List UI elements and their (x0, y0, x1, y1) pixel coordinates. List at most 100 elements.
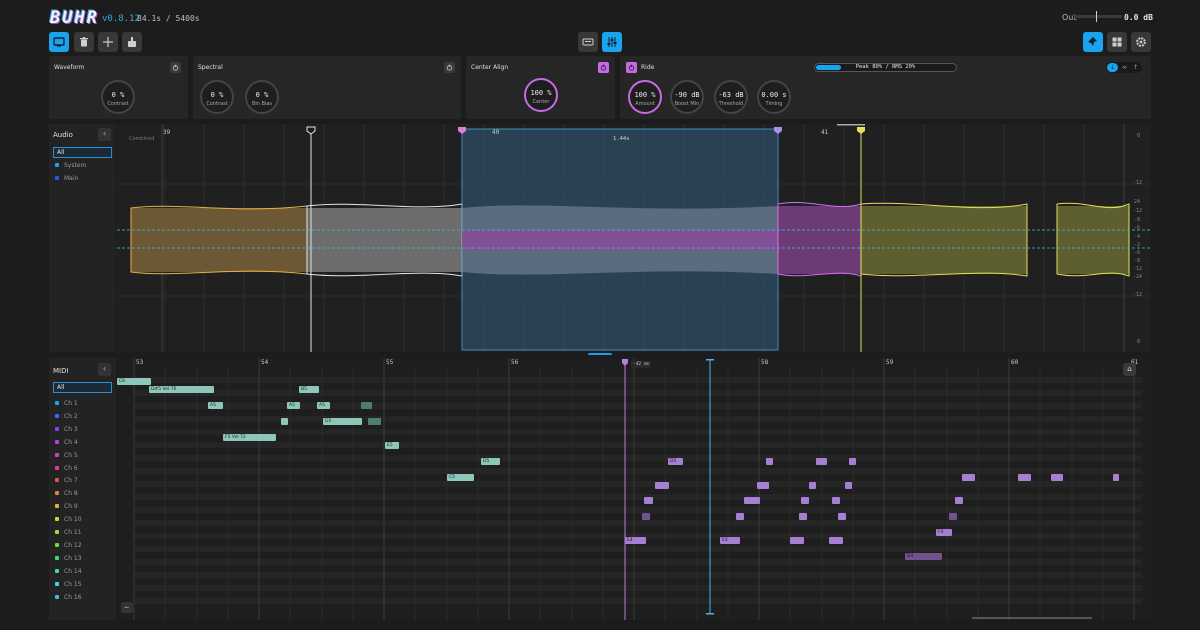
audio-item-system[interactable]: System (64, 162, 86, 169)
audio-filter-select[interactable]: All (53, 147, 112, 158)
midi-note[interactable]: C6 (117, 378, 151, 385)
midi-note[interactable]: B5 (299, 386, 319, 393)
midi-note[interactable]: F5 Vel 72 (223, 434, 276, 441)
midi-note[interactable] (368, 418, 381, 425)
midi-note[interactable] (642, 513, 650, 520)
midi-note[interactable] (829, 537, 843, 544)
midi-note[interactable] (849, 458, 856, 465)
ride-threshold-knob[interactable]: -63 dB Threshold (714, 80, 748, 114)
midi-note[interactable] (949, 513, 957, 520)
midi-note[interactable] (766, 458, 773, 465)
peak-rms-meter[interactable]: Peak 80% / RMS 20% (814, 63, 957, 72)
channel-item[interactable]: Ch 15 (64, 581, 82, 588)
channel-item[interactable]: Ch 12 (64, 542, 82, 549)
midi-note[interactable] (838, 513, 846, 520)
audio-item-main[interactable]: Main (64, 175, 78, 182)
channel-item[interactable]: Ch 11 (64, 529, 82, 536)
channel-item[interactable]: Ch 6 (64, 465, 78, 472)
channel-item[interactable]: Ch 13 (64, 555, 82, 562)
midi-note[interactable] (744, 497, 760, 504)
splitter-handle[interactable] (588, 353, 612, 355)
midi-note[interactable] (281, 418, 288, 425)
spectral-power-button[interactable] (444, 62, 455, 73)
piano-roll[interactable]: 53 54 55 56 58 59 60 61 -42 ms ⌂ ⌙ C6 D#… (117, 358, 1151, 620)
midi-note[interactable]: C5 (447, 474, 474, 481)
midi-note[interactable] (1018, 474, 1031, 481)
output-gain-handle[interactable] (1096, 11, 1097, 22)
midi-note[interactable]: E4 (720, 537, 740, 544)
channel-item[interactable]: Ch 2 (64, 413, 78, 420)
output-gain-slider[interactable] (1074, 15, 1122, 18)
spectral-contrast-knob[interactable]: 0 % Contrast (200, 80, 234, 114)
midi-note[interactable]: D#5 Vel 76 (149, 386, 214, 393)
midi-note[interactable]: E5 (385, 442, 399, 449)
channel-item[interactable]: Ch 10 (64, 516, 82, 523)
midi-note[interactable]: G5 (323, 418, 362, 425)
up-arrow-icon[interactable]: ↑ (1130, 63, 1141, 72)
ride-mode-toggle[interactable]: ↓ ∞ ↑ (1106, 62, 1142, 73)
midi-note[interactable] (799, 513, 807, 520)
mixer-button[interactable] (602, 32, 622, 52)
channel-item[interactable]: Ch 8 (64, 490, 78, 497)
midi-note[interactable] (655, 482, 669, 489)
ride-amount-knob[interactable]: 100 % Amount (628, 80, 662, 114)
midi-note[interactable]: A5 (287, 402, 300, 409)
channel-item[interactable]: Ch 5 (64, 452, 78, 459)
midi-note[interactable]: F4 (936, 529, 952, 536)
bar-marker: 41 (821, 129, 829, 136)
midi-note[interactable] (962, 474, 975, 481)
channel-item[interactable]: Ch 7 (64, 477, 78, 484)
midi-note[interactable] (845, 482, 852, 489)
ride-boost-min-knob[interactable]: -90 dB Boost Min (670, 80, 704, 114)
pin-button[interactable] (1083, 32, 1103, 52)
spectral-bin-bias-knob[interactable]: 0 % Bin Bias (245, 80, 279, 114)
collapse-chevron-icon[interactable]: ‹ (98, 363, 111, 376)
midi-note[interactable] (809, 482, 816, 489)
keyboard-button[interactable] (578, 32, 598, 52)
midi-note[interactable]: D4 (905, 553, 942, 560)
split-button[interactable] (98, 32, 118, 52)
midi-note[interactable] (790, 537, 804, 544)
center-knob[interactable]: 100 % Center (524, 78, 558, 112)
ride-power-button[interactable] (626, 62, 637, 73)
waveform-contrast-knob[interactable]: 0 % Contrast (101, 80, 135, 114)
delete-button[interactable] (74, 32, 94, 52)
channel-item[interactable]: Ch 4 (64, 439, 78, 446)
export-button[interactable] (122, 32, 142, 52)
monitor-button[interactable] (49, 32, 69, 52)
channel-item[interactable]: Ch 14 (64, 568, 82, 575)
midi-note[interactable] (816, 458, 827, 465)
midi-note[interactable] (1113, 474, 1119, 481)
channel-item[interactable]: Ch 16 (64, 594, 82, 601)
settings-button[interactable] (1131, 32, 1151, 52)
midi-note[interactable] (644, 497, 653, 504)
midi-note[interactable]: A5 (208, 402, 223, 409)
midi-note[interactable]: E4 (625, 537, 646, 544)
channel-item[interactable]: Ch 3 (64, 426, 78, 433)
down-arrow-icon[interactable]: ↓ (1107, 63, 1118, 72)
midi-note[interactable]: D5 (668, 458, 683, 465)
midi-note[interactable] (1051, 474, 1063, 481)
midi-note[interactable] (757, 482, 769, 489)
midi-note[interactable] (832, 497, 840, 504)
midi-note[interactable]: D5 (481, 458, 500, 465)
velocity-lane-icon[interactable]: ⌙ (121, 602, 133, 613)
ride-timing-knob[interactable]: 0.00 s Timing (757, 80, 791, 114)
midi-note[interactable] (361, 402, 372, 409)
center-align-power-button[interactable] (598, 62, 609, 73)
selection-length: 1.44s (613, 136, 630, 142)
midi-note[interactable] (955, 497, 963, 504)
channel-item[interactable]: Ch 9 (64, 503, 78, 510)
collapse-chevron-icon[interactable]: ‹ (98, 128, 111, 141)
layout-button[interactable] (1107, 32, 1127, 52)
midi-note[interactable]: A5 (317, 402, 330, 409)
waveform-power-button[interactable] (170, 62, 181, 73)
midi-filter-select[interactable]: All (53, 382, 112, 393)
midi-note[interactable] (736, 513, 744, 520)
midi-note[interactable] (801, 497, 809, 504)
audio-waveform-view[interactable]: 39 40 41 Combined 1.44s 0 -12 24 -12 -8 … (117, 124, 1151, 352)
db-scale-label: -4 (1134, 234, 1141, 240)
infinity-icon[interactable]: ∞ (1119, 63, 1130, 72)
channel-item[interactable]: Ch 1 (64, 400, 78, 407)
lock-icon[interactable]: ⌂ (1123, 363, 1136, 376)
